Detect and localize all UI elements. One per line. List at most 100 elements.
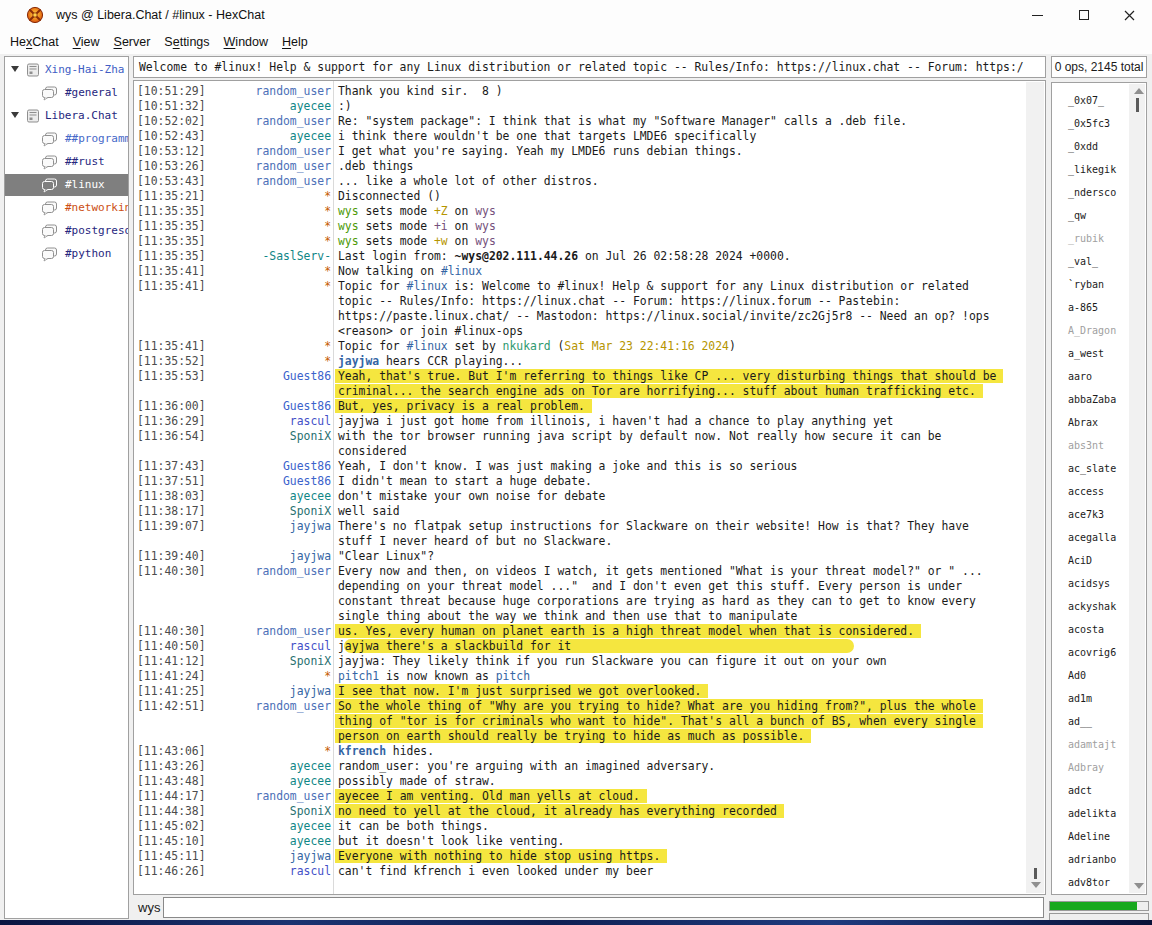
user-list-item[interactable]: AciD [1068, 549, 1092, 572]
tree-channel--linux[interactable]: #linux [5, 174, 128, 196]
user-list-item[interactable]: A_Dragon [1068, 319, 1116, 342]
message-segment: possibly made of straw. [338, 774, 496, 788]
message-segment: +Z [434, 204, 448, 218]
message: Now talking on #linux [331, 264, 482, 279]
timestamp: [11:38:17] [134, 504, 207, 519]
own-nick-label[interactable]: wys [138, 900, 160, 915]
userlist-scroll-up-icon[interactable] [1134, 88, 1144, 94]
user-list-item[interactable]: ac_slate [1068, 457, 1116, 480]
menu-window[interactable]: Window [217, 30, 275, 54]
user-list-item[interactable]: _0x5fc3 [1068, 112, 1110, 135]
user-list-item[interactable]: Ad0 [1068, 664, 1086, 687]
user-list-item[interactable]: aaro [1068, 365, 1092, 388]
menu-help[interactable]: Help [275, 30, 315, 54]
chat-row: constant threat because huge corporation… [134, 594, 1027, 609]
nick: * [207, 264, 331, 279]
timestamp [134, 714, 207, 729]
message-segment: is now known as [379, 669, 496, 683]
topic-input[interactable]: Welcome to #linux! Help & support for an… [133, 56, 1046, 78]
user-list-item[interactable]: a_west [1068, 342, 1104, 365]
tree-channel--programm[interactable]: ##programm [5, 128, 128, 150]
menu-settings[interactable]: Settings [157, 30, 216, 54]
message: jayjwa hears CCR playing... [331, 354, 523, 369]
nick [207, 309, 331, 324]
user-list-item[interactable]: a-865 [1068, 296, 1098, 319]
nick: * [207, 744, 331, 759]
user-list-item[interactable]: _val_ [1068, 250, 1098, 273]
user-list-item[interactable]: acovrig6 [1068, 641, 1116, 664]
menu-view[interactable]: View [66, 30, 107, 54]
nick: jayjwa [207, 849, 331, 864]
user-list-item[interactable]: acegalla [1068, 526, 1116, 549]
close-button[interactable] [1106, 0, 1152, 30]
menu-server[interactable]: Server [107, 30, 158, 54]
message-input[interactable] [163, 897, 1044, 918]
tree-channel--python[interactable]: #python [5, 243, 128, 265]
user-list-item[interactable]: ace7k3 [1068, 503, 1104, 526]
user-list-item[interactable]: ad__ [1068, 710, 1092, 733]
message: :) [331, 99, 352, 114]
user-list-item[interactable]: access [1068, 480, 1104, 503]
user-list-item[interactable]: _ndersco [1068, 181, 1116, 204]
nick [207, 444, 331, 459]
message: but it doesn't look like venting. [331, 834, 564, 849]
timestamp: [11:44:38] [134, 804, 207, 819]
tree-channel--rust[interactable]: ##rust [5, 151, 128, 173]
tree-channel--networkin[interactable]: #networkin [5, 197, 128, 219]
user-list-item[interactable]: `ryban [1068, 273, 1104, 296]
user-list-item[interactable]: _likegik [1068, 158, 1116, 181]
message: "Clear Linux"? [331, 549, 434, 564]
window-title: wys @ Libera.Chat / #linux - HexChat [56, 8, 265, 22]
user-list-item[interactable]: acidsys [1068, 572, 1110, 595]
message: Thank you kind sir. 8 ) [331, 84, 503, 99]
nick: jayjwa [207, 684, 331, 699]
userlist-scrollbar[interactable] [1129, 84, 1145, 893]
chat-row: [11:37:43]Guest86Yeah, I don't know. I w… [134, 459, 1027, 474]
user-list-item[interactable]: Adeline [1068, 825, 1110, 848]
user-list-item[interactable]: adv8tor [1068, 871, 1110, 894]
expander-icon[interactable] [11, 112, 19, 118]
chat-scroll-down-icon[interactable] [1031, 882, 1041, 888]
user-list-item[interactable]: Adbray [1068, 756, 1104, 779]
user-list-item[interactable]: adamtajt [1068, 733, 1116, 756]
timestamp: [11:45:10] [134, 834, 207, 849]
message: I see that now. I'm just surprised we go… [331, 684, 701, 699]
tree-channel--postgresq[interactable]: #postgresq [5, 220, 128, 242]
user-list-item[interactable]: abbaZaba [1068, 388, 1116, 411]
chat-row: [11:38:03]ayeceedon't mistake your own n… [134, 489, 1027, 504]
timestamp: [11:42:51] [134, 699, 207, 714]
user-list: _0x07__0x5fc3_0xdd_likegik_ndersco_qw_ru… [1051, 82, 1147, 895]
user-list-item[interactable]: Abrax [1068, 411, 1098, 434]
user-list-item[interactable]: abs3nt [1068, 434, 1104, 457]
tree-channel--general[interactable]: #general [5, 82, 128, 104]
message: .deb things [331, 159, 413, 174]
chat-scrollbar-thumb[interactable] [1034, 868, 1037, 879]
user-list-item[interactable]: _0xdd [1068, 135, 1098, 158]
message-segment: pitch1 [338, 669, 379, 683]
message: person on earth should really be trying … [331, 729, 804, 744]
user-list-item[interactable]: adct [1068, 779, 1092, 802]
minimize-button[interactable] [1014, 0, 1060, 30]
chat-row: [11:45:10]ayeceebut it doesn't look like… [134, 834, 1027, 849]
chat-row: [11:38:17]SponiXwell said [134, 504, 1027, 519]
user-list-item[interactable]: adelikta [1068, 802, 1116, 825]
user-list-item[interactable]: acosta [1068, 618, 1104, 641]
userlist-scroll-down-icon[interactable] [1134, 883, 1144, 889]
user-list-item[interactable]: _qw [1068, 204, 1086, 227]
menu-hexchat[interactable]: HexChat [3, 30, 66, 54]
message: I didn't mean to start a huge debate. [331, 474, 592, 489]
user-list-item[interactable]: _rubik [1068, 227, 1104, 250]
maximize-button[interactable] [1061, 0, 1107, 30]
user-list-item[interactable]: adrianbo [1068, 848, 1116, 871]
message-segment: kfrench [338, 744, 386, 758]
tree-network-xing-hai-zha[interactable]: Xing-Hai-Zha [5, 59, 128, 81]
userlist-scrollbar-thumb[interactable] [1136, 98, 1139, 112]
user-list-item[interactable]: ad1m [1068, 687, 1092, 710]
message: I get what you're saying. Yeah my LMDE6 … [331, 144, 743, 159]
chat-scrollbar[interactable] [1026, 82, 1044, 893]
tree-network-libera-chat[interactable]: Libera.Chat [5, 105, 128, 127]
nick [207, 384, 331, 399]
expander-icon[interactable] [11, 66, 19, 72]
user-list-item[interactable]: ackyshak [1068, 595, 1116, 618]
user-list-item[interactable]: _0x07_ [1068, 89, 1104, 112]
